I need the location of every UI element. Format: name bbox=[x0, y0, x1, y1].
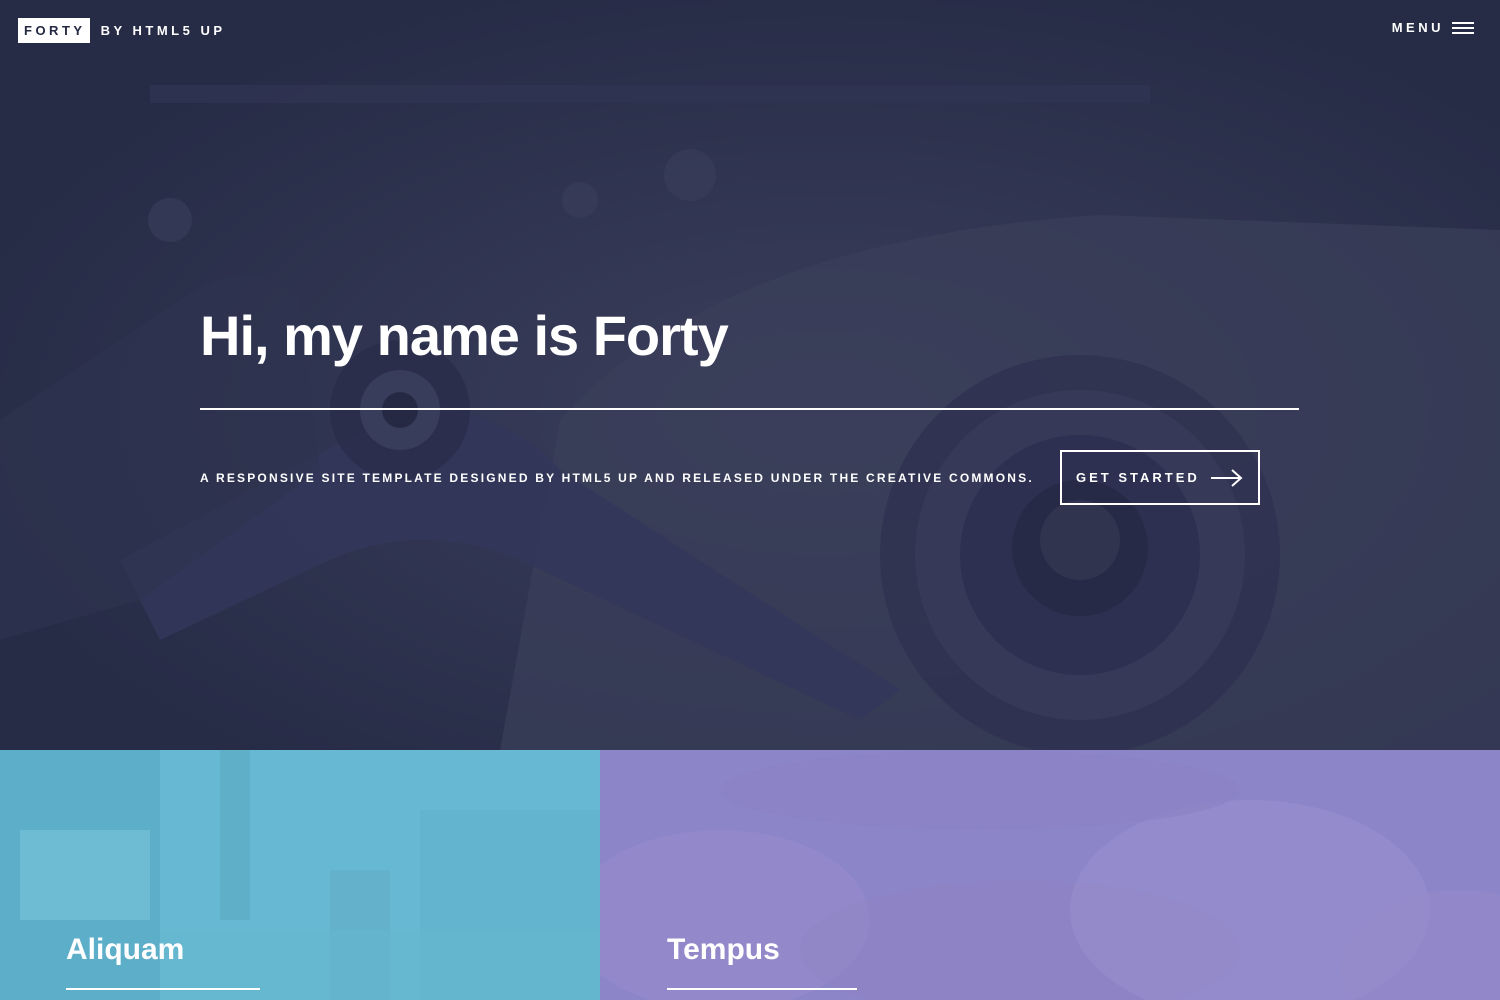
arrow-right-icon bbox=[1210, 468, 1243, 487]
menu-label: MENU bbox=[1391, 20, 1444, 35]
hamburger-icon bbox=[1452, 21, 1474, 35]
banner-content: A RESPONSIVE SITE TEMPLATE DESIGNED BY H… bbox=[200, 450, 1300, 505]
banner-inner: Hi, my name is Forty A RESPONSIVE SITE T… bbox=[200, 300, 1300, 505]
get-started-label: GET STARTED bbox=[1076, 470, 1200, 485]
get-started-button[interactable]: GET STARTED bbox=[1059, 450, 1260, 505]
tile-divider bbox=[66, 988, 260, 990]
banner-tagline: A RESPONSIVE SITE TEMPLATE DESIGNED BY H… bbox=[200, 470, 1034, 485]
logo-tagline: BY HTML5 UP bbox=[100, 23, 226, 38]
tile-divider bbox=[667, 988, 857, 990]
site-logo[interactable]: FORTY BY HTML5 UP bbox=[18, 18, 226, 43]
tile-tempus[interactable]: Tempus bbox=[600, 750, 1500, 1000]
banner-background-image bbox=[0, 0, 1500, 750]
page-title: Hi, my name is Forty bbox=[200, 304, 729, 367]
logo-box: FORTY bbox=[18, 18, 90, 43]
tiles: Aliquam Tempus bbox=[0, 750, 1500, 1000]
menu-button[interactable]: MENU bbox=[1392, 20, 1474, 35]
tile-title: Aliquam bbox=[66, 933, 185, 966]
site-header: FORTY BY HTML5 UP MENU bbox=[0, 0, 1500, 62]
banner: Hi, my name is Forty A RESPONSIVE SITE T… bbox=[0, 0, 1500, 750]
tile-aliquam[interactable]: Aliquam bbox=[0, 750, 600, 1000]
tile-title: Tempus bbox=[667, 933, 780, 966]
title-divider bbox=[200, 408, 1299, 410]
